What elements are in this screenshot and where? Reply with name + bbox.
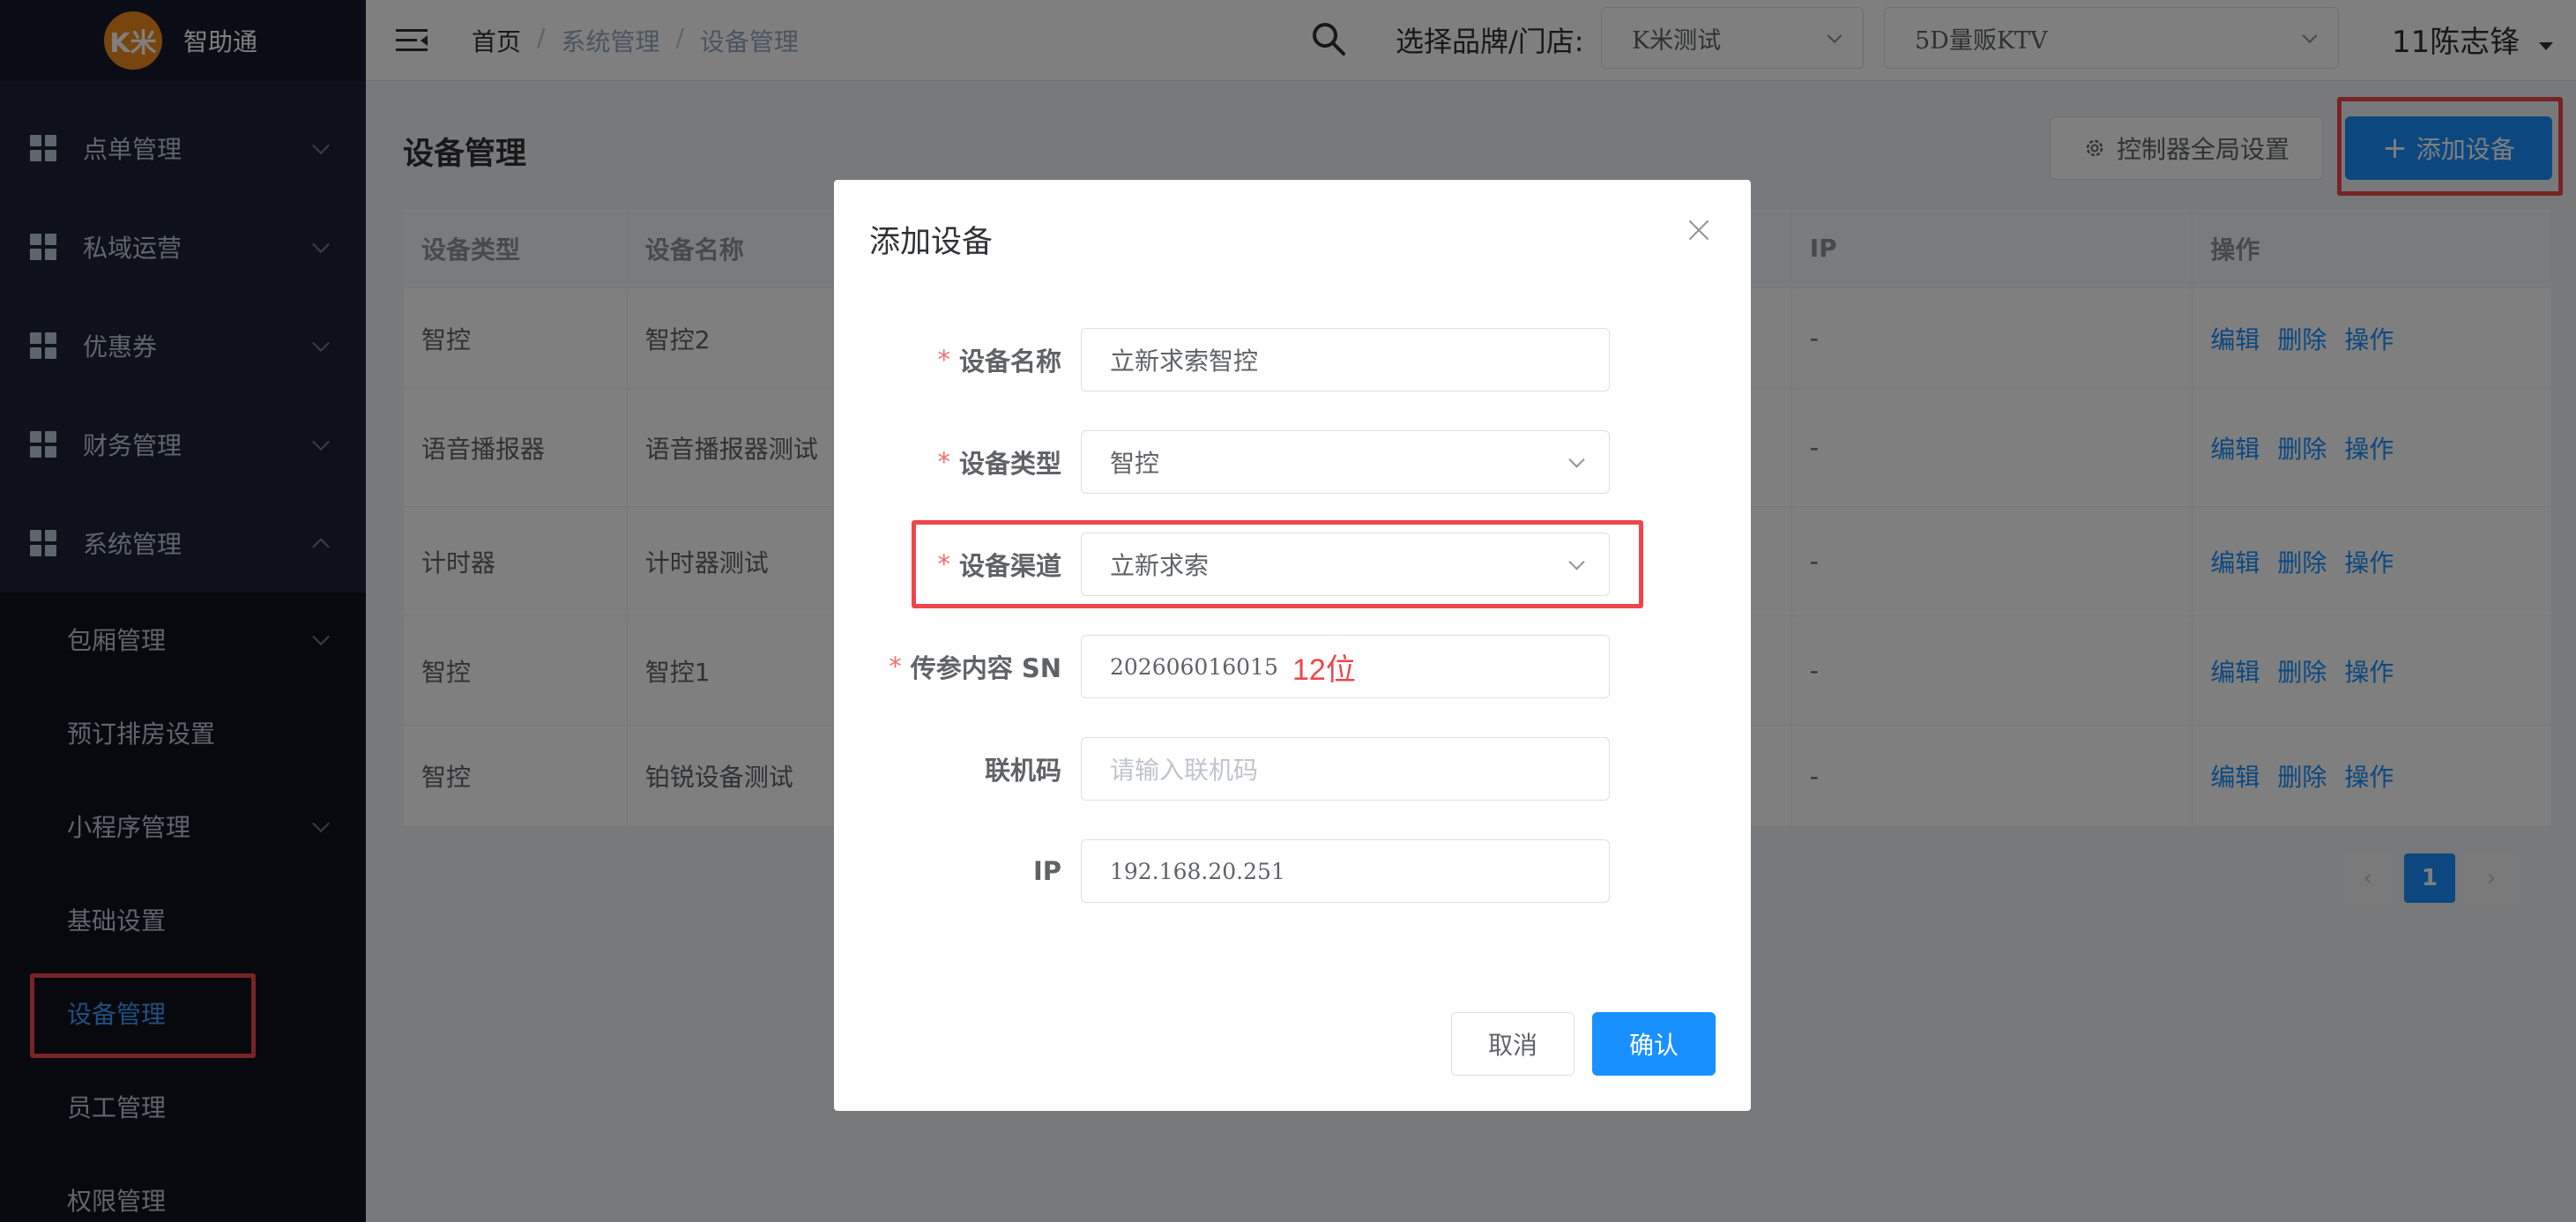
chevron-down-icon <box>1568 451 1585 468</box>
device-name-value: 立新求索智控 <box>1110 346 1259 376</box>
device-name-input[interactable]: 立新求索智控 <box>1081 328 1610 391</box>
sn-value: 202606016015 <box>1110 653 1278 680</box>
highlight-box-channel <box>912 520 1643 608</box>
form-row-ip: IP 192.168.20.251 <box>834 839 1751 903</box>
ip-value: 192.168.20.251 <box>1110 858 1285 884</box>
sn-label: * 传参内容 SN <box>889 652 1061 683</box>
device-name-label: * 设备名称 <box>937 345 1061 376</box>
link-code-label: 联机码 <box>984 756 1061 786</box>
link-code-placeholder: 请输入联机码 <box>1110 756 1259 785</box>
close-icon[interactable] <box>1687 219 1710 242</box>
form-row-sn: * 传参内容 SN 202606016015 12位 <box>834 635 1751 698</box>
device-type-label: * 设备类型 <box>937 447 1061 479</box>
link-code-input[interactable]: 请输入联机码 <box>1081 737 1610 801</box>
device-type-value: 智控 <box>1110 449 1160 478</box>
add-device-dialog: 添加设备 * 设备名称 立新求索智控 * 设备类型 智控 * 设备渠道 立新求索 * 传… <box>834 180 1751 1111</box>
sn-length-note: 12位 <box>1292 653 1356 687</box>
ip-input[interactable]: 192.168.20.251 <box>1081 839 1610 903</box>
dialog-title: 添加设备 <box>869 225 994 260</box>
ip-label: IP <box>1032 856 1061 886</box>
form-row-device-name: * 设备名称 立新求索智控 <box>834 328 1751 391</box>
form-row-device-type: * 设备类型 智控 <box>834 430 1751 494</box>
cancel-button[interactable]: 取消 <box>1451 1012 1575 1076</box>
confirm-button[interactable]: 确认 <box>1592 1012 1716 1076</box>
device-type-select[interactable]: 智控 <box>1081 430 1610 494</box>
form-row-link-code: 联机码 请输入联机码 <box>834 737 1751 801</box>
